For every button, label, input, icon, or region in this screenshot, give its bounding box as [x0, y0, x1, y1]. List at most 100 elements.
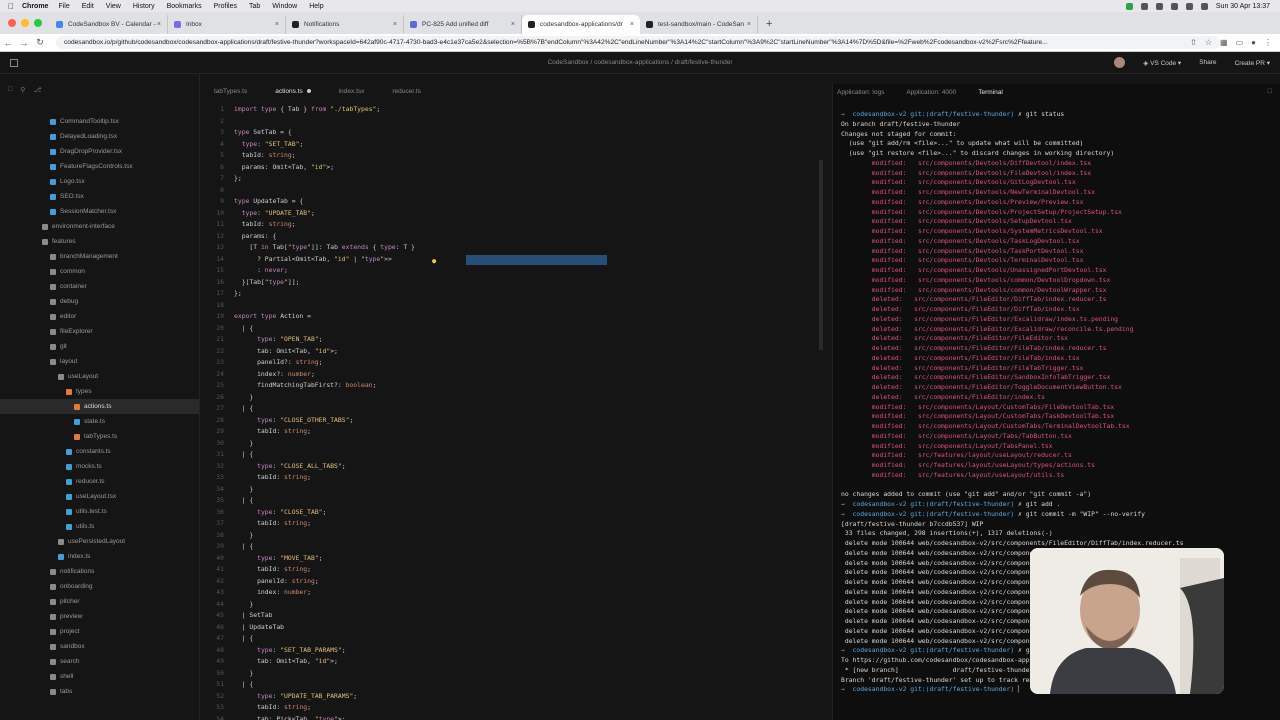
devtool-tab[interactable]: Application: 4000 — [902, 89, 960, 96]
file-tree-item[interactable]: onboarding — [0, 579, 199, 594]
file-tree-item[interactable]: shell — [0, 669, 199, 684]
file-tree-item[interactable]: project — [0, 624, 199, 639]
editor-switch[interactable]: ◈ VS Code ▾ — [1143, 59, 1181, 67]
close-tab-icon[interactable]: × — [747, 21, 751, 28]
file-tree-item[interactable]: pitcher — [0, 594, 199, 609]
scrollbar[interactable] — [819, 160, 823, 350]
file-tree-item[interactable]: usePersistedLayout — [0, 534, 199, 549]
browser-tab[interactable]: CodeSandbox BV - Calendar - × — [50, 15, 168, 34]
file-tree-item[interactable]: state.ts — [0, 414, 199, 429]
file-tree-item[interactable]: search — [0, 654, 199, 669]
browser-tab[interactable]: Inbox × — [168, 15, 286, 34]
search-icon[interactable] — [1185, 2, 1193, 10]
menu-bookmarks[interactable]: Bookmarks — [167, 3, 202, 10]
file-tree-item[interactable]: SEO.tsx — [0, 189, 199, 204]
apple-icon[interactable]:  — [0, 2, 22, 11]
file-tree-item[interactable]: preview — [0, 609, 199, 624]
file-tree-item[interactable]: useLayout.tsx — [0, 489, 199, 504]
files-icon[interactable]: □ — [8, 86, 12, 94]
file-tree-item[interactable]: common — [0, 264, 199, 279]
menu-view[interactable]: View — [106, 3, 121, 10]
url-field[interactable]: codesandbox.io/p/github/codesandbox/code… — [56, 36, 1220, 49]
file-tree-item[interactable]: environment-interface — [0, 219, 199, 234]
profile-icon[interactable]: ● — [1251, 38, 1256, 47]
status-icon[interactable] — [1155, 2, 1163, 10]
file-tree-item[interactable]: utils.test.ts — [0, 504, 199, 519]
file-tree-item[interactable]: constants.ts — [0, 444, 199, 459]
file-tree-item[interactable]: index.ts — [0, 549, 199, 564]
menu-help[interactable]: Help — [309, 3, 323, 10]
file-tree-item[interactable]: FeatureFlagsControls.tsx — [0, 159, 199, 174]
extensions-icon[interactable]: ▦ — [1220, 38, 1228, 47]
editor-tab[interactable]: actions.ts — [261, 84, 324, 98]
meet-icon[interactable] — [1125, 2, 1133, 10]
new-tab-button[interactable]: + — [758, 15, 780, 34]
file-tree-item[interactable]: tabs — [0, 684, 199, 699]
browser-tab[interactable]: codesandbox-applications/dr × — [522, 15, 640, 34]
menu-profiles[interactable]: Profiles — [214, 3, 237, 10]
menu-history[interactable]: History — [133, 3, 155, 10]
file-tree-item[interactable]: types — [0, 384, 199, 399]
create-pr-button[interactable]: Create PR ▾ — [1235, 59, 1270, 67]
close-tab-icon[interactable]: × — [630, 21, 634, 28]
close-tab-icon[interactable]: × — [511, 21, 515, 28]
menu-window[interactable]: Window — [272, 3, 297, 10]
file-tree-item[interactable]: DragDropProvider.tsx — [0, 144, 199, 159]
file-tree-item[interactable]: actions.ts — [0, 399, 199, 414]
file-tree-item[interactable]: DelayedLoading.tsx — [0, 129, 199, 144]
menu-tab[interactable]: Tab — [249, 3, 260, 10]
project-breadcrumb[interactable]: CodeSandbox / codesandbox-applications /… — [0, 59, 1280, 66]
expand-panel-icon[interactable]: □ — [1268, 88, 1272, 95]
file-tree-item[interactable]: Logo.tsx — [0, 174, 199, 189]
forward-icon[interactable]: → — [16, 38, 32, 48]
search-icon[interactable]: ⚲ — [20, 86, 25, 94]
control-center-icon[interactable] — [1200, 2, 1208, 10]
file-tree-item[interactable]: container — [0, 279, 199, 294]
code-editor[interactable]: ● 1 import type { Tab } from "./tabTypes"… — [200, 102, 824, 720]
file-tree-item[interactable]: fileExplorer — [0, 324, 199, 339]
file-tree-item[interactable]: utils.ts — [0, 519, 199, 534]
sidepanel-icon[interactable]: ▭ — [1236, 38, 1244, 47]
close-tab-icon[interactable]: × — [275, 21, 279, 28]
devtool-tab[interactable]: Terminal — [974, 89, 1007, 96]
minimize-window-icon[interactable] — [21, 19, 29, 27]
file-tree-item[interactable]: SessionMatcher.tsx — [0, 204, 199, 219]
back-icon[interactable]: ← — [0, 38, 16, 48]
editor-tab[interactable]: reducer.ts — [378, 84, 435, 98]
file-tree-item[interactable]: layout — [0, 354, 199, 369]
menu-file[interactable]: File — [58, 3, 69, 10]
wifi-icon[interactable] — [1170, 2, 1178, 10]
close-tab-icon[interactable]: × — [157, 21, 161, 28]
share-button[interactable]: Share — [1199, 59, 1216, 66]
devtool-tab[interactable]: Application: logs — [833, 89, 888, 96]
reload-icon[interactable]: ↻ — [32, 37, 48, 48]
menu-icon[interactable]: ⋮ — [1264, 38, 1272, 47]
git-icon[interactable]: ⎇ — [33, 86, 41, 94]
file-tree-item[interactable]: useLayout — [0, 369, 199, 384]
bookmark-star-icon[interactable]: ☆ — [1205, 38, 1212, 47]
file-tree-item[interactable]: git — [0, 339, 199, 354]
file-tree-item[interactable]: sandbox — [0, 639, 199, 654]
menubar-app-name[interactable]: Chrome — [22, 3, 48, 10]
menu-edit[interactable]: Edit — [82, 3, 94, 10]
file-tree-item[interactable]: notifications — [0, 564, 199, 579]
avatar[interactable] — [1114, 57, 1126, 68]
file-tree-item[interactable]: editor — [0, 309, 199, 324]
lightbulb-icon[interactable]: ● — [432, 257, 436, 265]
close-tab-icon[interactable]: × — [393, 21, 397, 28]
file-tree-item[interactable]: CommandTooltip.tsx — [0, 114, 199, 129]
browser-tab[interactable]: PC-825 Add unified diff × — [404, 15, 522, 34]
editor-tab[interactable]: index.tsx — [325, 84, 379, 98]
close-window-icon[interactable] — [8, 19, 16, 27]
file-tree-item[interactable]: tabTypes.ts — [0, 429, 199, 444]
file-tree-item[interactable]: debug — [0, 294, 199, 309]
file-tree-item[interactable]: features — [0, 234, 199, 249]
menubar-datetime[interactable]: Sun 30 Apr 13:37 — [1216, 3, 1270, 10]
share-icon[interactable]: ⇧ — [1190, 38, 1197, 47]
file-tree-item[interactable]: mocks.ts — [0, 459, 199, 474]
file-tree-item[interactable]: reducer.ts — [0, 474, 199, 489]
zoom-window-icon[interactable] — [34, 19, 42, 27]
browser-tab[interactable]: test-sandbox/main - CodeSan × — [640, 15, 758, 34]
file-tree-item[interactable]: branchManagement — [0, 249, 199, 264]
browser-tab[interactable]: Notifications × — [286, 15, 404, 34]
